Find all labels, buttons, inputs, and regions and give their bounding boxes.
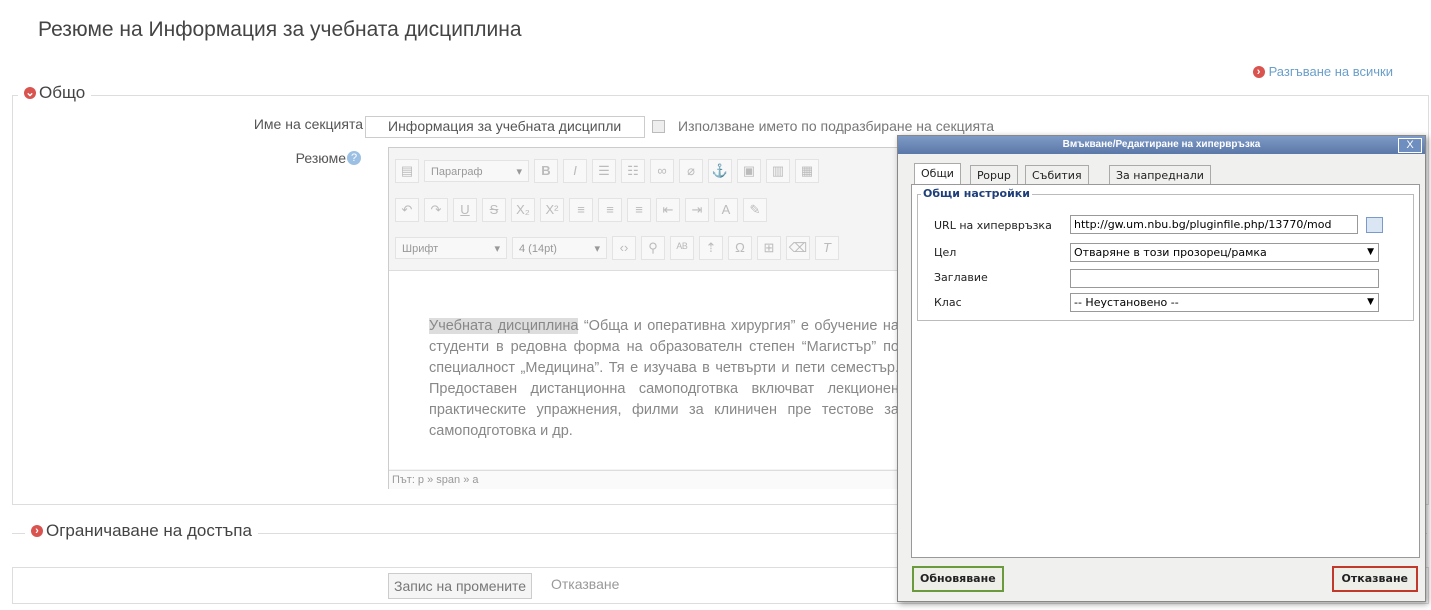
expand-all-label: Разгъване на всички xyxy=(1268,64,1393,79)
expand-all-link[interactable]: › Разгъване на всички xyxy=(1252,64,1393,79)
font-select-value: Шрифт xyxy=(402,243,439,255)
title-label: Заглавие xyxy=(934,271,988,284)
section-name-label: Име на секцията xyxy=(253,116,363,132)
spellcheck-icon[interactable]: ᴬᴮ xyxy=(670,236,694,260)
table-icon[interactable]: ⊞ xyxy=(757,236,781,260)
subscript-icon[interactable]: X₂ xyxy=(511,198,535,222)
close-icon[interactable]: X xyxy=(1398,138,1422,153)
align-center-icon[interactable]: ≡ xyxy=(598,198,622,222)
url-label: URL на хипервръзка xyxy=(934,219,1052,232)
clean-icon[interactable]: ⌫ xyxy=(786,236,810,260)
omega-icon[interactable]: Ω xyxy=(728,236,752,260)
dialog-title: Вмъкване/Редактиране на хипервръзка xyxy=(1062,139,1261,150)
expand-icon: › xyxy=(31,525,43,537)
tab-popup[interactable]: Popup xyxy=(970,165,1018,186)
tab-general[interactable]: Общи xyxy=(914,163,961,186)
text-color-icon[interactable]: A xyxy=(714,198,738,222)
target-select-value: Отваряне в този прозорец/рамка xyxy=(1074,246,1267,259)
expand-icon: › xyxy=(1252,65,1265,78)
code-icon[interactable]: ‹› xyxy=(612,236,636,260)
dialog-panel: Общи настройки URL на хипервръзка http:/… xyxy=(911,184,1420,558)
dialog-cancel-button[interactable]: Отказване xyxy=(1331,566,1418,592)
paragraph-select[interactable]: Параграф ▾ xyxy=(424,160,529,182)
use-default-checkbox[interactable] xyxy=(652,120,665,133)
summary-label: Резюме xyxy=(295,150,346,166)
align-left-icon[interactable]: ≡ xyxy=(569,198,593,222)
content-text: “Обща и оперативна хирургия” е обучение … xyxy=(429,318,899,439)
bold-icon[interactable]: B xyxy=(534,159,558,183)
media-icon[interactable]: ▥ xyxy=(766,159,790,183)
search-replace-icon[interactable]: ⚲ xyxy=(641,236,665,260)
chevron-down-icon: ▼ xyxy=(1367,247,1374,257)
numbered-list-icon[interactable]: ☷ xyxy=(621,159,645,183)
general-legend[interactable]: ⌄ Общо xyxy=(18,83,92,103)
highlighted-text: Учебната дисциплина xyxy=(429,318,579,334)
size-select[interactable]: 4 (14pt) ▾ xyxy=(512,237,607,259)
general-settings-legend: Общи настройки xyxy=(921,187,1032,200)
link-icon[interactable]: ∞ xyxy=(650,159,674,183)
editor-toolbar-row-2: ↶ ↷ U S X₂ X² ≡ ≡ ≡ ⇤ ⇥ A ✎ xyxy=(389,193,767,227)
url-input[interactable]: http://gw.um.nbu.bg/pluginfile.php/13770… xyxy=(1070,215,1358,234)
anchor-icon[interactable]: ⚓ xyxy=(708,159,732,183)
browse-icon[interactable] xyxy=(1366,217,1383,233)
strikethrough-icon[interactable]: S xyxy=(482,198,506,222)
image-icon[interactable]: ▣ xyxy=(737,159,761,183)
cancel-button[interactable]: Отказване xyxy=(551,576,619,592)
save-button[interactable]: Запис на промените xyxy=(388,573,533,599)
redo-icon[interactable]: ↷ xyxy=(424,198,448,222)
highlight-color-icon[interactable]: ✎ xyxy=(743,198,767,222)
page-title: Резюме на Информация за учебната дисципл… xyxy=(38,18,522,41)
class-label: Клас xyxy=(934,296,962,309)
title-input[interactable] xyxy=(1070,269,1379,288)
rich-text-editor: ▤ Параграф ▾ B I ☰ ☷ ∞ ⌀ ⚓ ▣ ▥ ▦ ↶ ↷ U S … xyxy=(388,147,907,489)
target-label: Цел xyxy=(934,246,957,259)
class-select[interactable]: -- Неустановено -- ▼ xyxy=(1070,293,1379,312)
underline-icon[interactable]: U xyxy=(453,198,477,222)
superscript-icon[interactable]: X² xyxy=(540,198,564,222)
size-select-value: 4 (14pt) xyxy=(519,243,557,255)
tab-advanced[interactable]: За напреднали xyxy=(1109,165,1211,186)
editor-content-area[interactable]: Учебната дисциплина “Обща и оперативна х… xyxy=(389,270,904,469)
toggle-toolbar-icon[interactable]: ▤ xyxy=(395,159,419,183)
indent-icon[interactable]: ⇥ xyxy=(685,198,709,222)
tab-events[interactable]: Събития xyxy=(1025,165,1089,186)
clear-format-icon[interactable]: T xyxy=(815,236,839,260)
editor-toolbar-row-3: Шрифт ▾ 4 (14pt) ▾ ‹› ⚲ ᴬᴮ ⇡ Ω ⊞ ⌫ T xyxy=(389,231,839,265)
paragraph-select-value: Параграф xyxy=(431,166,483,178)
chevron-down-icon: ▾ xyxy=(516,166,522,178)
undo-icon[interactable]: ↶ xyxy=(395,198,419,222)
target-select[interactable]: Отваряне в този прозорец/рамка ▼ xyxy=(1070,243,1379,262)
class-select-value: -- Неустановено -- xyxy=(1074,296,1179,309)
align-right-icon[interactable]: ≡ xyxy=(627,198,651,222)
restrict-legend[interactable]: › Ограничаване на достъпа xyxy=(25,521,258,541)
paste-icon[interactable]: ▦ xyxy=(795,159,819,183)
italic-icon[interactable]: I xyxy=(563,159,587,183)
help-icon[interactable]: ? xyxy=(347,151,361,165)
general-legend-label: Общо xyxy=(39,83,86,102)
outdent-icon[interactable]: ⇤ xyxy=(656,198,680,222)
editor-content-text: Учебната дисциплина “Обща и оперативна х… xyxy=(429,316,899,442)
editor-path-bar: Път: p » span » a xyxy=(389,470,907,489)
editor-toolbar-row-1: ▤ Параграф ▾ B I ☰ ☷ ∞ ⌀ ⚓ ▣ ▥ ▦ xyxy=(389,154,819,188)
collapse-icon: ⌄ xyxy=(24,87,36,99)
use-default-label: Използване името по подразбиране на секц… xyxy=(678,118,995,134)
update-button[interactable]: Обновяване xyxy=(912,566,1004,592)
bullet-list-icon[interactable]: ☰ xyxy=(592,159,616,183)
hyperlink-dialog: Вмъкване/Редактиране на хипервръзка X Об… xyxy=(897,135,1426,602)
upload-icon[interactable]: ⇡ xyxy=(699,236,723,260)
font-select[interactable]: Шрифт ▾ xyxy=(395,237,507,259)
chevron-down-icon: ▾ xyxy=(594,243,600,255)
chevron-down-icon: ▾ xyxy=(494,243,500,255)
chevron-down-icon: ▼ xyxy=(1367,297,1374,307)
unlink-icon[interactable]: ⌀ xyxy=(679,159,703,183)
section-name-input[interactable]: Информация за учебната дисципли xyxy=(365,116,645,138)
restrict-legend-label: Ограничаване на достъпа xyxy=(46,521,252,540)
dialog-titlebar[interactable]: Вмъкване/Редактиране на хипервръзка xyxy=(898,136,1425,154)
